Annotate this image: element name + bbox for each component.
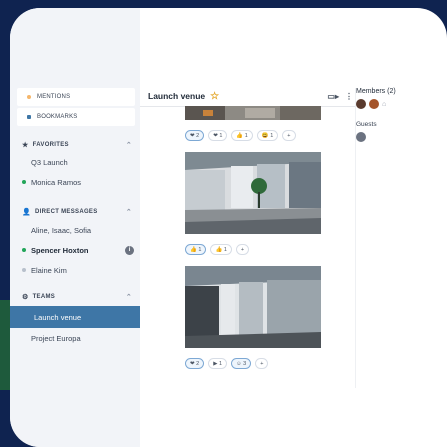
sidebar-item-label: Launch venue bbox=[34, 312, 82, 322]
sidebar-item-label: Q3 Launch bbox=[31, 157, 68, 167]
sidebar-item-project-europa[interactable]: Project Europa bbox=[22, 330, 134, 346]
sidebar-item-label: Project Europa bbox=[31, 333, 81, 343]
bookmarks-button[interactable]: BOOKMARKS bbox=[17, 108, 135, 126]
reaction-chip[interactable]: ❤ 1 bbox=[208, 130, 228, 141]
direct-messages-label: DIRECT MESSAGES bbox=[35, 209, 98, 215]
teams-section-header[interactable]: ⚙ TEAMS ⌃ bbox=[22, 293, 132, 301]
reaction-chip[interactable]: 😃 1 bbox=[256, 130, 279, 141]
add-member-icon[interactable]: ⌂ bbox=[382, 101, 386, 108]
channel-title: Launch venue bbox=[148, 91, 206, 101]
star-icon: ★ bbox=[22, 142, 29, 149]
chevron-up-icon[interactable]: ⌃ bbox=[126, 208, 132, 216]
mentions-icon bbox=[27, 95, 31, 99]
sidebar-item-spencer-hoxton[interactable]: Spencer Hoxton i bbox=[22, 242, 134, 258]
teams-icon: ⚙ bbox=[22, 294, 29, 301]
venue-photo-3[interactable] bbox=[185, 266, 321, 348]
person-icon: 👤 bbox=[22, 209, 32, 216]
add-reaction-button[interactable]: + bbox=[255, 358, 269, 369]
guests-title: Guests bbox=[356, 121, 377, 128]
sidebar: MENTIONS BOOKMARKS ★ FAVORITES ⌃ Q3 Laun… bbox=[10, 8, 140, 447]
avatar[interactable] bbox=[369, 99, 379, 109]
venue-photo-1[interactable] bbox=[185, 106, 321, 120]
offline-status-icon bbox=[22, 268, 26, 272]
reaction-chip[interactable]: 👍 1 bbox=[231, 130, 253, 141]
chevron-up-icon[interactable]: ⌃ bbox=[126, 141, 132, 149]
info-icon: i bbox=[125, 245, 134, 255]
online-status-icon bbox=[22, 180, 26, 184]
mentions-button[interactable]: MENTIONS bbox=[17, 88, 135, 106]
add-reaction-button[interactable]: + bbox=[282, 130, 296, 141]
app-window: MENTIONS BOOKMARKS ★ FAVORITES ⌃ Q3 Laun… bbox=[10, 8, 447, 447]
message-reactions: ❤ 2 ❤ 1 👍 1 😃 1 + bbox=[185, 130, 296, 141]
sidebar-item-label: Aline, Isaac, Sofia bbox=[31, 225, 92, 235]
sidebar-item-launch-venue[interactable]: Launch venue bbox=[10, 306, 140, 328]
more-icon[interactable]: ⋮ bbox=[345, 92, 353, 101]
favorites-section-header[interactable]: ★ FAVORITES ⌃ bbox=[22, 141, 132, 149]
reaction-chip[interactable]: 👍 1 bbox=[185, 244, 207, 255]
bookmark-icon bbox=[27, 115, 31, 119]
online-status-icon bbox=[22, 248, 26, 252]
message-reactions: ❤ 2 ▶ 1 ☺ 3 + bbox=[185, 358, 269, 369]
video-icon[interactable]: ▭▸ bbox=[327, 92, 339, 101]
sidebar-item-label: Monica Ramos bbox=[31, 177, 82, 187]
message-reactions: 👍 1 👍 1 + bbox=[185, 244, 250, 255]
direct-messages-section-header[interactable]: 👤 DIRECT MESSAGES ⌃ bbox=[22, 208, 132, 216]
sidebar-item-group-dm[interactable]: Aline, Isaac, Sofia bbox=[22, 222, 134, 238]
reaction-chip[interactable]: ❤ 2 bbox=[185, 130, 205, 141]
mentions-label: MENTIONS bbox=[37, 94, 71, 100]
reaction-chip[interactable]: ▶ 1 bbox=[208, 358, 228, 369]
sidebar-item-monica-ramos[interactable]: Monica Ramos bbox=[22, 174, 134, 190]
sidebar-item-q3-launch[interactable]: Q3 Launch bbox=[22, 154, 134, 170]
add-reaction-button[interactable]: + bbox=[235, 244, 250, 255]
star-icon[interactable]: ☆ bbox=[210, 91, 219, 102]
bookmarks-label: BOOKMARKS bbox=[37, 114, 78, 120]
sidebar-item-elaine-kim[interactable]: Elaine Kim bbox=[22, 262, 134, 278]
chevron-up-icon[interactable]: ⌃ bbox=[126, 293, 132, 301]
teams-label: TEAMS bbox=[32, 294, 56, 300]
members-title: Members (2) bbox=[356, 88, 396, 95]
reaction-chip[interactable]: ❤ 2 bbox=[185, 358, 205, 369]
reaction-chip[interactable]: 👍 1 bbox=[210, 244, 232, 255]
sidebar-item-label: Spencer Hoxton bbox=[31, 245, 89, 255]
channel-header: Launch venue ☆ ▭▸ ⋮ bbox=[148, 88, 353, 104]
members-panel: Members (2) ⌂ Guests bbox=[356, 88, 436, 144]
avatar[interactable] bbox=[356, 99, 366, 109]
sidebar-item-label: Elaine Kim bbox=[31, 265, 67, 275]
reaction-chip[interactable]: ☺ 3 bbox=[231, 358, 252, 369]
venue-photo-2[interactable] bbox=[185, 152, 321, 234]
avatar[interactable] bbox=[356, 132, 366, 142]
favorites-label: FAVORITES bbox=[32, 142, 69, 148]
